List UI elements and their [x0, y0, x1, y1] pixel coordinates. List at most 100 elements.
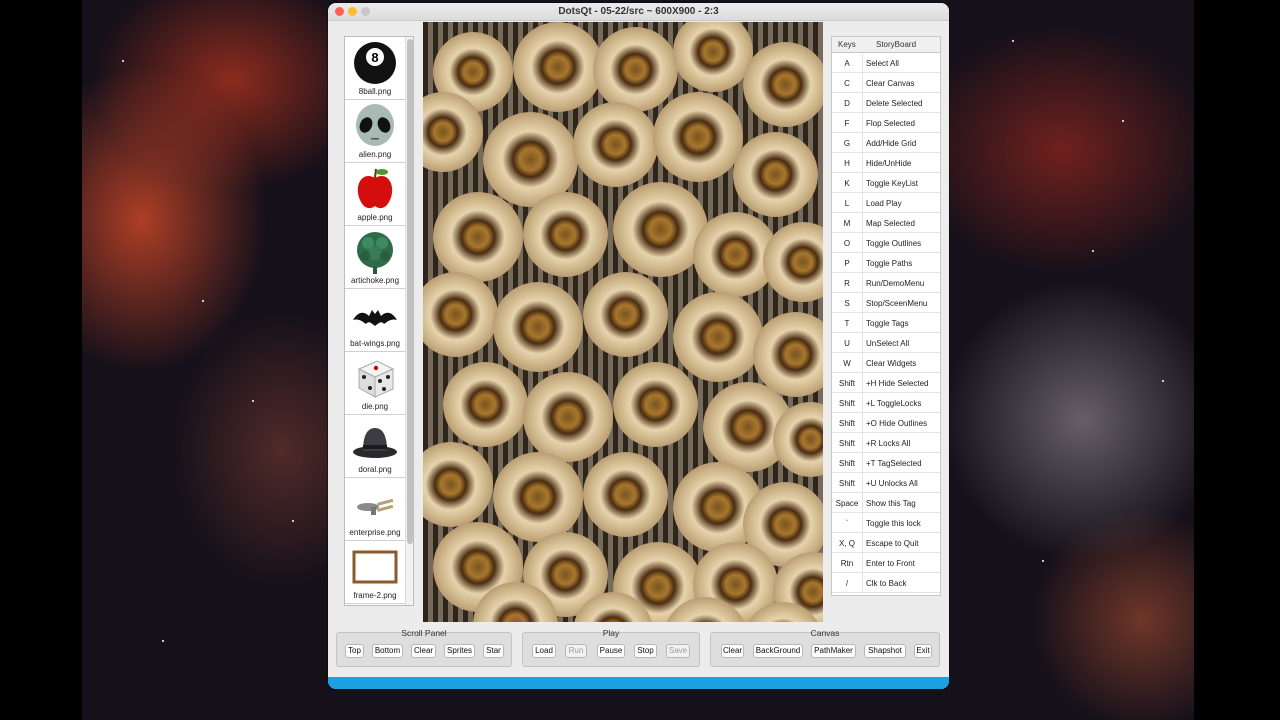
canvas-sprite[interactable]: [613, 362, 698, 447]
sprite-label: doral.png: [358, 465, 392, 474]
canvas-sprite[interactable]: [493, 452, 583, 542]
key-label: C: [844, 79, 850, 88]
keys-panel: Keys StoryBoard A Select All C Clear Canvas…: [831, 36, 941, 596]
key-row[interactable]: A Select All: [832, 53, 940, 73]
canvas-sprite[interactable]: [653, 92, 743, 182]
save-button[interactable]: Save: [666, 644, 690, 658]
key-row[interactable]: Space Show this Tag: [832, 493, 940, 513]
key-action: Clk to Back: [866, 579, 907, 588]
background-button[interactable]: BackGround: [753, 644, 803, 658]
key-action: Show this Tag: [866, 499, 916, 508]
sprite-item[interactable]: alien.png: [345, 100, 405, 163]
die-icon: [357, 360, 395, 398]
key-row[interactable]: O Toggle Outlines: [832, 233, 940, 253]
snapshot-button[interactable]: Shapshot: [864, 644, 906, 658]
key-action: Toggle KeyList: [866, 179, 919, 188]
sprite-scrollbar[interactable]: [405, 37, 413, 605]
key-row[interactable]: R Run/DemoMenu: [832, 273, 940, 293]
canvas-sprite[interactable]: [593, 27, 678, 112]
key-row[interactable]: G Add/Hide Grid: [832, 133, 940, 153]
key-row[interactable]: Rtn Enter to Front: [832, 553, 940, 573]
key-label: O: [843, 239, 851, 248]
sprite-item[interactable]: die.png: [345, 352, 405, 415]
key-row[interactable]: K Toggle KeyList: [832, 173, 940, 193]
sprite-item[interactable]: doral.png: [345, 415, 405, 478]
clear-canvas-button[interactable]: Clear: [721, 644, 744, 658]
canvas-sprite[interactable]: [523, 192, 608, 277]
key-row[interactable]: U UnSelect All: [832, 333, 940, 353]
key-label: W: [843, 359, 851, 368]
key-row[interactable]: Shift +O Hide Outlines: [832, 413, 940, 433]
key-row[interactable]: D Delete Selected: [832, 93, 940, 113]
key-row[interactable]: / Clk to Back: [832, 573, 940, 593]
run-button[interactable]: Run: [565, 644, 587, 658]
sprite-item[interactable]: bat-wings.png: [345, 289, 405, 352]
sprite-scroll-panel[interactable]: 8 8ball.png alien.png apple.png artichok…: [344, 36, 414, 606]
key-action: Clear Widgets: [866, 359, 917, 368]
canvas-sprite[interactable]: [443, 362, 528, 447]
key-divider: [862, 113, 863, 133]
key-row[interactable]: P Toggle Paths: [832, 253, 940, 273]
tab-storyboard[interactable]: StoryBoard: [876, 40, 916, 49]
pathmaker-button[interactable]: PathMaker: [811, 644, 856, 658]
sprite-item[interactable]: artichoke.png: [345, 226, 405, 289]
canvas-sprite[interactable]: [673, 292, 763, 382]
key-row[interactable]: Shift +H Hide Selected: [832, 373, 940, 393]
canvas-sprite[interactable]: [513, 22, 603, 112]
key-divider: [862, 393, 863, 413]
key-row[interactable]: M Map Selected: [832, 213, 940, 233]
key-divider: [862, 93, 863, 113]
key-row[interactable]: C Clear Canvas: [832, 73, 940, 93]
canvas-sprite[interactable]: [743, 42, 823, 127]
stop-button[interactable]: Stop: [634, 644, 657, 658]
load-button[interactable]: Load: [532, 644, 556, 658]
canvas-sprite[interactable]: [433, 192, 523, 282]
key-row[interactable]: Shift +R Locks All: [832, 433, 940, 453]
key-row[interactable]: ` Toggle this lock: [832, 513, 940, 533]
key-label: Shift: [838, 459, 855, 468]
canvas-sprite[interactable]: [733, 132, 818, 217]
key-row[interactable]: W Clear Widgets: [832, 353, 940, 373]
sprite-item[interactable]: apple.png: [345, 163, 405, 226]
key-divider: [862, 173, 863, 193]
tab-keys[interactable]: Keys: [838, 40, 856, 49]
key-row[interactable]: T Toggle Tags: [832, 313, 940, 333]
canvas-sprite[interactable]: [523, 372, 613, 462]
canvas-sprite[interactable]: [573, 102, 658, 187]
sprite-item[interactable]: enterprise.png: [345, 478, 405, 541]
key-action: Toggle Tags: [866, 319, 909, 328]
key-row[interactable]: S Stop/SceenMenu: [832, 293, 940, 313]
window-title: DotsQt - 05-22/src ~ 600X900 - 2:3: [558, 6, 719, 17]
sprite-item[interactable]: frame-2.png: [345, 541, 405, 604]
key-row[interactable]: H Hide/UnHide: [832, 153, 940, 173]
exit-button[interactable]: Exit: [914, 644, 932, 658]
key-row[interactable]: X, Q Escape to Quit: [832, 533, 940, 553]
star-button[interactable]: Star: [483, 644, 504, 658]
key-row[interactable]: Shift +L ToggleLocks: [832, 393, 940, 413]
clear-sprites-button[interactable]: Clear: [411, 644, 436, 658]
canvas-sprite[interactable]: [583, 272, 668, 357]
bottom-button[interactable]: Bottom: [372, 644, 403, 658]
drawing-canvas[interactable]: [423, 22, 823, 622]
sprite-item[interactable]: 8 8ball.png: [345, 37, 405, 100]
key-action: Run/DemoMenu: [866, 279, 925, 288]
key-action: +O Hide Outlines: [866, 419, 928, 428]
key-action: UnSelect All: [866, 339, 910, 348]
key-label: D: [844, 99, 850, 108]
sprite-label: apple.png: [357, 213, 393, 222]
key-row[interactable]: Shift +T TagSelected: [832, 453, 940, 473]
key-label: L: [844, 199, 850, 208]
canvas-sprite[interactable]: [583, 452, 668, 537]
sprites-button[interactable]: Sprites: [444, 644, 475, 658]
hat-icon: [353, 428, 397, 458]
canvas-sprite[interactable]: [493, 282, 583, 372]
key-row[interactable]: L Load Play: [832, 193, 940, 213]
pause-button[interactable]: Pause: [597, 644, 625, 658]
key-row[interactable]: F Flop Selected: [832, 113, 940, 133]
key-action: Toggle this lock: [866, 519, 921, 528]
top-button[interactable]: Top: [345, 644, 364, 658]
scrollbar-thumb[interactable]: [407, 39, 413, 544]
key-row[interactable]: Shift +U Unlocks All: [832, 473, 940, 493]
key-divider: [862, 353, 863, 373]
key-label: H: [844, 159, 850, 168]
